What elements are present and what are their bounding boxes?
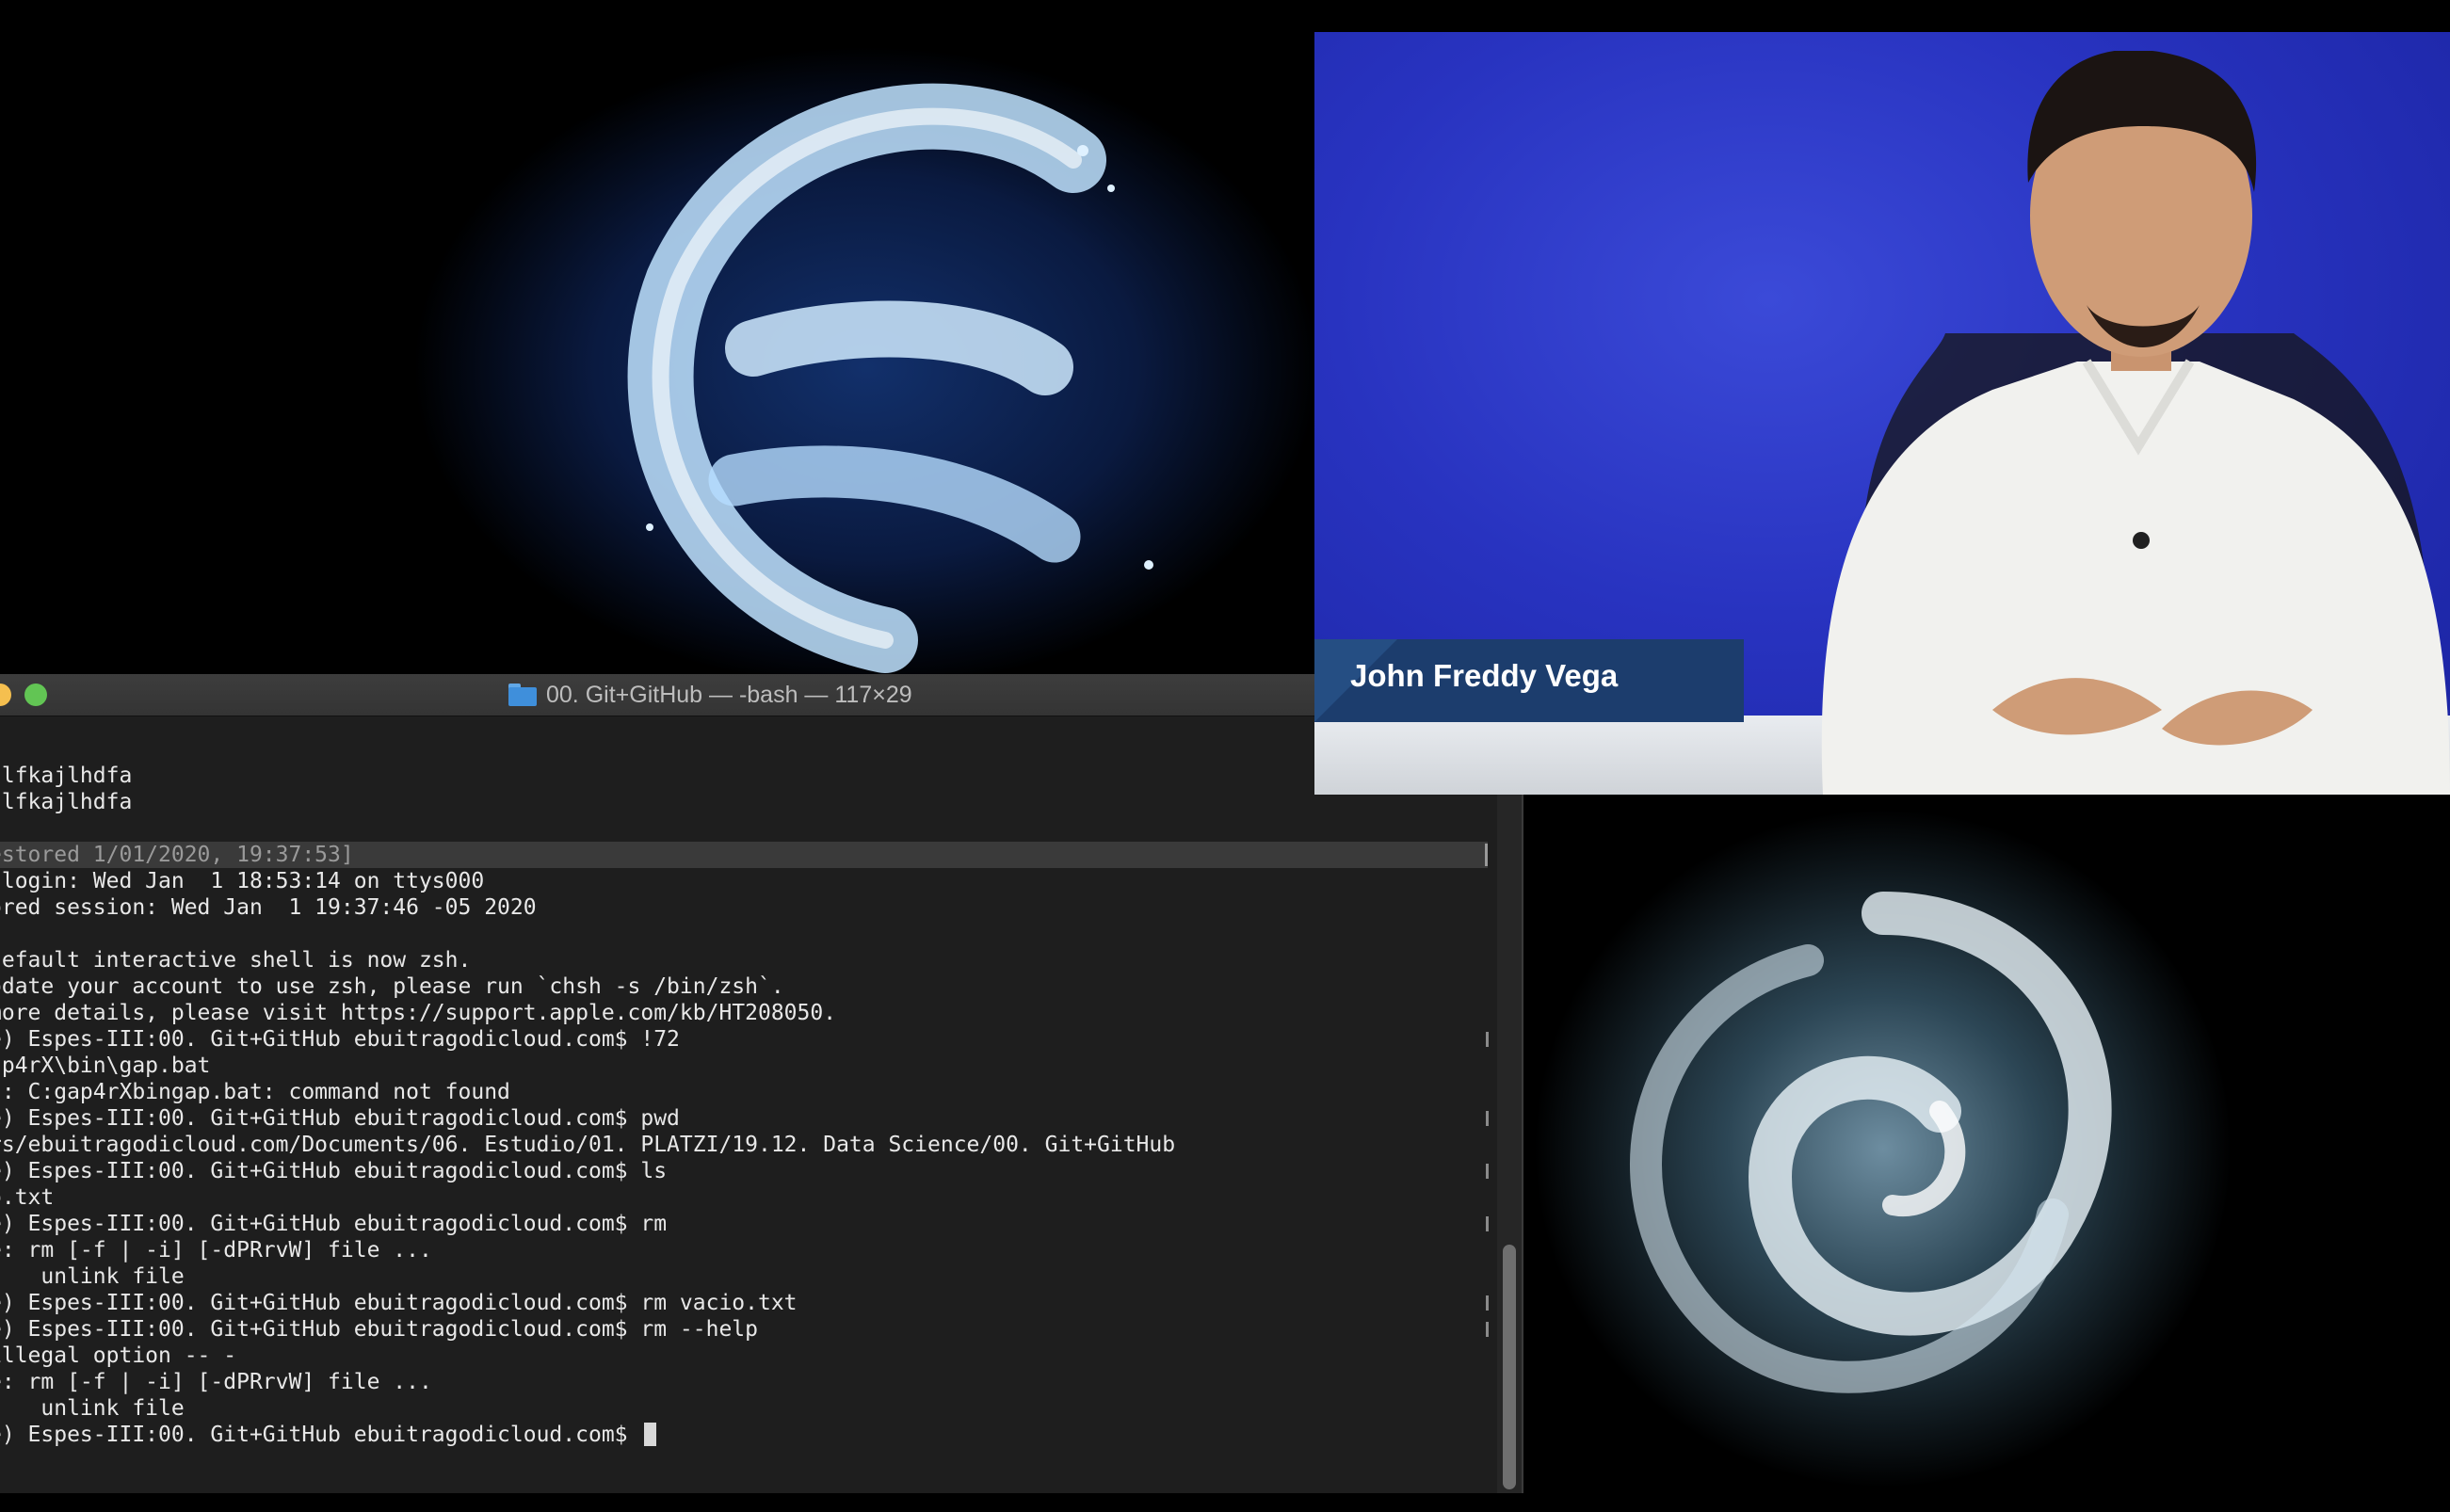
command-mark: [1486, 1164, 1489, 1179]
command-mark: [1486, 1032, 1489, 1047]
terminal-window[interactable]: 00. Git+GitHub — -bash — 117×29 jlfkajlh…: [0, 674, 1523, 1493]
terminal-line: illegal option -- -: [0, 1343, 237, 1368]
air-emblem-wallpaper: [1535, 810, 2232, 1488]
prompt-text: e) Espes-III:00. Git+GitHub ebuitragodic…: [0, 1423, 641, 1447]
desktop: 00. Git+GitHub — -bash — 117×29 jlfkajlh…: [0, 0, 2450, 1512]
terminal-titlebar[interactable]: 00. Git+GitHub — -bash — 117×29: [0, 674, 1521, 716]
terminal-line: ored session: Wed Jan 1 19:37:46 -05 202…: [0, 895, 537, 920]
terminal-line: odate your account to use zsh, please ru…: [0, 974, 784, 999]
terminal-scrollbar[interactable]: [1497, 716, 1522, 1493]
window-title: 00. Git+GitHub — -bash — 117×29: [508, 682, 912, 708]
terminal-line: n: C:gap4rXbingap.bat: command not found: [0, 1080, 510, 1104]
zoom-button[interactable]: [24, 684, 47, 706]
terminal-line: e: rm [-f | -i] [-dPRrvW] file ...: [0, 1370, 432, 1394]
folder-icon: [508, 684, 537, 706]
command-mark: [1486, 1111, 1489, 1126]
scrollbar-thumb[interactable]: [1503, 1245, 1516, 1489]
name-lower-third: John Freddy Vega: [1314, 639, 1744, 722]
terminal-line: estored 1/01/2020, 19:37:53]: [0, 843, 354, 867]
terminal-prompt-line: e) Espes-III:00. Git+GitHub ebuitragodic…: [0, 1159, 668, 1183]
terminal-line: default interactive shell is now zsh.: [0, 948, 472, 973]
terminal-line: login: Wed Jan 1 18:53:14 on ttys000: [0, 869, 485, 893]
instructor-video[interactable]: John Freddy Vega: [1314, 32, 2450, 795]
presenter-figure: [1821, 51, 2450, 795]
command-mark: [1486, 1322, 1489, 1337]
terminal-current-prompt[interactable]: e) Espes-III:00. Git+GitHub ebuitragodic…: [0, 1422, 657, 1448]
command-mark: [1486, 1216, 1489, 1231]
terminal-line: rs/ebuitragodicloud.com/Documents/06. Es…: [0, 1133, 1176, 1157]
text-cursor: [644, 1423, 657, 1446]
terminal-line: unlink file: [0, 1264, 185, 1289]
terminal-line: o.txt: [0, 1185, 55, 1210]
window-title-text: 00. Git+GitHub — -bash — 117×29: [546, 681, 912, 708]
terminal-line: jlfkajlhdfa: [0, 790, 133, 814]
terminal-line: e: rm [-f | -i] [-dPRrvW] file ...: [0, 1238, 432, 1263]
minimize-button[interactable]: [0, 684, 11, 706]
terminal-prompt-line: e) Espes-III:00. Git+GitHub ebuitragodic…: [0, 1212, 668, 1236]
water-emblem-wallpaper: [414, 47, 1318, 687]
restored-session-banner: estored 1/01/2020, 19:37:53]: [0, 842, 1488, 868]
terminal-output[interactable]: jlfkajlhdfa jlfkajlhdfa estored 1/01/202…: [0, 716, 1493, 1493]
terminal-line: unlink file: [0, 1396, 185, 1421]
terminal-prompt-line: e) Espes-III:00. Git+GitHub ebuitragodic…: [0, 1027, 680, 1052]
terminal-prompt-line: e) Espes-III:00. Git+GitHub ebuitragodic…: [0, 1106, 680, 1131]
terminal-line: ap4rX\bin\gap.bat: [0, 1054, 211, 1078]
command-mark: [1486, 1295, 1489, 1311]
banner-edge: [1485, 844, 1488, 866]
terminal-prompt-line: e) Espes-III:00. Git+GitHub ebuitragodic…: [0, 1317, 758, 1342]
terminal-line: more details, please visit https://suppo…: [0, 1001, 837, 1025]
terminal-line: jlfkajlhdfa: [0, 764, 133, 788]
terminal-prompt-line: e) Espes-III:00. Git+GitHub ebuitragodic…: [0, 1291, 798, 1315]
presenter-name: John Freddy Vega: [1350, 658, 1619, 693]
